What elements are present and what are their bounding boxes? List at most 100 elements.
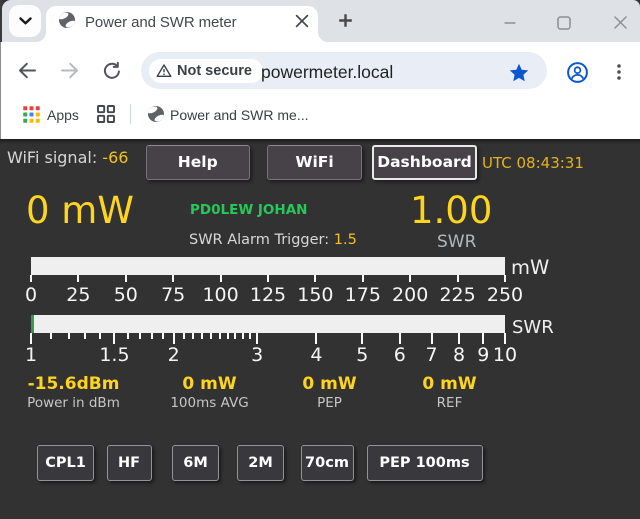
maximize-icon: [557, 16, 571, 30]
meter-major-tick: [457, 275, 459, 282]
band-button-70cm[interactable]: 70cm: [301, 445, 354, 481]
menu-button[interactable]: [617, 64, 621, 80]
meter-major-tick: [399, 333, 401, 345]
profile-button[interactable]: [567, 62, 588, 83]
dashboard-button[interactable]: Dashboard: [372, 145, 477, 181]
readout-value: 0 mW: [422, 376, 476, 393]
wifi-signal-label: WiFi signal:: [7, 148, 97, 167]
reload-button[interactable]: [103, 62, 121, 80]
grid-outline-icon[interactable]: [97, 105, 115, 123]
meter-major-tick: [431, 333, 433, 345]
meter-major-tick: [267, 275, 269, 282]
bookmarks-bar: Apps Power and SWR me...: [0, 98, 640, 139]
meter-major-tick: [30, 333, 32, 345]
meter-minor-tick: [249, 333, 251, 339]
meter-tick-label: 175: [345, 286, 381, 305]
swr-alarm-trigger: SWR Alarm Trigger: 1.5: [189, 233, 357, 248]
meter-major-tick: [30, 275, 32, 282]
meter-tick-label: 3: [251, 346, 263, 365]
meter-tick-label: 9: [477, 346, 489, 365]
meter-minor-tick: [127, 333, 129, 339]
meter-tick-label: 7: [426, 346, 438, 365]
new-tab-button[interactable]: [339, 14, 352, 27]
meter-minor-tick: [139, 333, 141, 339]
maximize-button[interactable]: [544, 0, 584, 42]
readout-value: 0 mW: [302, 376, 356, 393]
close-icon: [614, 16, 627, 29]
meter-tick-label: 6: [394, 346, 406, 365]
warning-triangle-icon: [156, 63, 172, 78]
help-button[interactable]: Help: [146, 145, 251, 181]
meter-major-tick: [113, 333, 115, 345]
address-bar[interactable]: Not secure powermeter.local: [141, 52, 547, 89]
readout-100ms-avg: 0 mW100ms AVG: [170, 376, 248, 411]
band-button-hf[interactable]: HF: [107, 445, 152, 481]
meter-tick-label: 75: [161, 286, 185, 305]
back-button[interactable]: [18, 62, 36, 79]
meter-major-tick: [256, 333, 258, 345]
dashboard-button-label: Dashboard: [377, 153, 472, 171]
forward-button[interactable]: [61, 62, 79, 79]
plus-icon: [339, 14, 352, 27]
globe-favicon-icon: [59, 12, 75, 28]
meter-major-tick: [458, 333, 460, 345]
swr-meter-bar: [31, 315, 505, 333]
meter-tick-label: 150: [297, 286, 333, 305]
minimize-icon: [504, 21, 516, 25]
meter-major-tick: [409, 275, 411, 282]
band-button-2m[interactable]: 2M: [237, 445, 284, 481]
tab-close-icon[interactable]: [294, 13, 310, 29]
meter-tick-label: 225: [439, 286, 475, 305]
bookmark-item[interactable]: Power and SWR me...: [170, 107, 309, 123]
readout-label: REF: [422, 397, 476, 411]
apps-label[interactable]: Apps: [47, 107, 79, 123]
meter-minor-tick: [210, 333, 212, 339]
readout-power-in-dbm: -15.6dBmPower in dBm: [27, 376, 120, 411]
meter-major-tick: [220, 275, 222, 282]
meter-minor-tick: [234, 333, 236, 339]
meter-tick-label: 25: [66, 286, 90, 305]
power-meter-bar: [31, 257, 505, 275]
bookmarks-separator: [130, 104, 131, 124]
three-dots-icon: [617, 64, 621, 80]
band-button-cpl1[interactable]: CPL1: [37, 445, 94, 481]
minimize-button[interactable]: [490, 0, 530, 42]
wifi-signal: WiFi signal: -66: [7, 150, 128, 166]
swr-meter-unit: SWR: [512, 319, 554, 337]
band-button-6m[interactable]: 6M: [172, 445, 219, 481]
meter-minor-tick: [242, 333, 244, 339]
swr-alarm-value: 1.5: [334, 232, 357, 248]
meter-major-tick: [125, 275, 127, 282]
wifi-signal-value: -66: [102, 148, 128, 167]
apps-grid-icon[interactable]: [23, 106, 40, 123]
swr-meter-fill: [31, 315, 34, 333]
bookmark-star-icon[interactable]: [509, 63, 529, 83]
meter-tick-label: 10: [493, 346, 517, 365]
meter-minor-tick: [192, 333, 194, 339]
meter-tick-label: 8: [453, 346, 465, 365]
help-button-label: Help: [178, 153, 218, 171]
tab-strip: Power and SWR meter: [2, 0, 640, 42]
reload-icon: [103, 62, 121, 80]
meter-major-tick: [172, 275, 174, 282]
browser-tab[interactable]: Power and SWR meter: [46, 6, 318, 42]
forward-icon: [61, 62, 79, 79]
band-button-pep-100ms[interactable]: PEP 100ms: [367, 445, 483, 481]
meter-major-tick: [361, 333, 363, 345]
readout-ref: 0 mW REF: [422, 376, 476, 411]
close-window-button[interactable]: [600, 0, 640, 42]
meter-major-tick: [315, 333, 317, 345]
meter-tick-label: 0: [25, 286, 37, 305]
power-value: 0 mW: [26, 192, 134, 229]
readout-value: 0 mW: [170, 376, 248, 393]
security-chip-label: Not secure: [177, 63, 252, 79]
meter-minor-tick: [227, 333, 229, 339]
browser-window: Power and SWR meter Not secure: [0, 0, 640, 519]
readout-pep: 0 mW PEP: [302, 376, 356, 411]
meter-minor-tick: [151, 333, 153, 339]
readout-label: PEP: [302, 397, 356, 411]
meter-tick-label: 1.5: [99, 346, 129, 365]
wifi-button[interactable]: WiFi: [267, 145, 362, 181]
security-chip[interactable]: Not secure: [149, 59, 263, 83]
meter-major-tick: [314, 275, 316, 282]
